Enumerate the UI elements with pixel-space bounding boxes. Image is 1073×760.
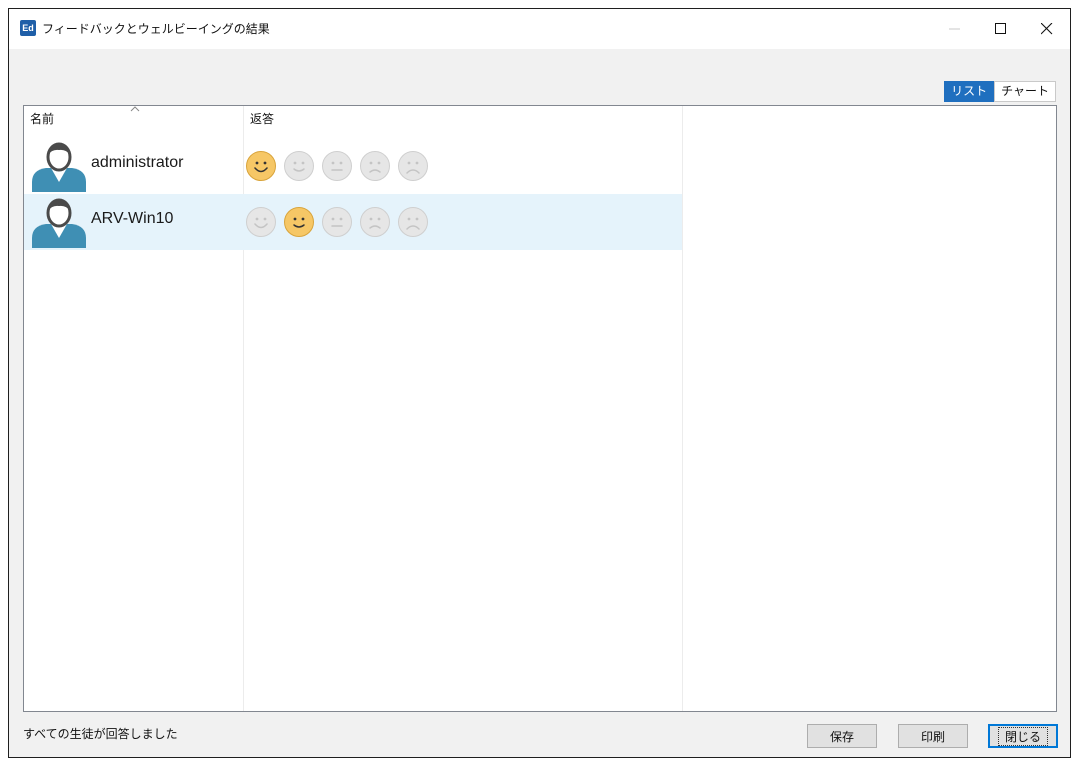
close-window-button[interactable] [1024, 9, 1070, 49]
minimize-icon [949, 28, 960, 30]
feedback-results-window: Ed フィードバックとウェルビーイングの結果 リスト チャート 名前 返答 ad… [8, 8, 1071, 758]
close-button-label: 閉じる [997, 726, 1049, 746]
response-faces [245, 150, 429, 182]
user-avatar-icon [32, 142, 86, 192]
response-column-header[interactable]: 返答 [250, 110, 274, 127]
minimize-button[interactable] [932, 9, 978, 49]
sad-face-icon [360, 207, 390, 237]
maximize-icon [995, 23, 1006, 34]
very-sad-face-icon [398, 151, 428, 181]
maximize-button[interactable] [978, 9, 1024, 49]
close-button[interactable]: 閉じる [988, 724, 1058, 748]
sort-ascending-icon [130, 106, 140, 112]
happy-face-icon [284, 151, 314, 181]
sad-face-icon [360, 151, 390, 181]
status-message: すべての生徒が回答しました [23, 727, 178, 741]
window-title: フィードバックとウェルビーイングの結果 [42, 22, 270, 36]
app-icon: Ed [20, 20, 36, 36]
view-toggle: リスト チャート [944, 81, 1056, 102]
column-divider [682, 106, 683, 711]
results-panel: 名前 返答 administrator ARV-Win10 [23, 105, 1057, 712]
chart-view-button[interactable]: チャート [994, 81, 1056, 102]
very-happy-face-icon [246, 151, 276, 181]
happy-face-icon [284, 207, 314, 237]
response-faces [245, 206, 429, 238]
table-row[interactable]: administrator [24, 138, 682, 194]
very-happy-face-icon [246, 207, 276, 237]
name-column-header[interactable]: 名前 [30, 110, 54, 127]
user-avatar-icon [32, 198, 86, 248]
title-bar: Ed フィードバックとウェルビーイングの結果 [9, 9, 1070, 49]
list-view-button[interactable]: リスト [944, 81, 995, 102]
save-button[interactable]: 保存 [807, 724, 877, 748]
user-name: administrator [91, 154, 184, 171]
print-button[interactable]: 印刷 [898, 724, 968, 748]
close-icon [1041, 23, 1053, 35]
very-sad-face-icon [398, 207, 428, 237]
table-row[interactable]: ARV-Win10 [24, 194, 682, 250]
user-name: ARV-Win10 [91, 210, 174, 227]
neutral-face-icon [322, 207, 352, 237]
neutral-face-icon [322, 151, 352, 181]
